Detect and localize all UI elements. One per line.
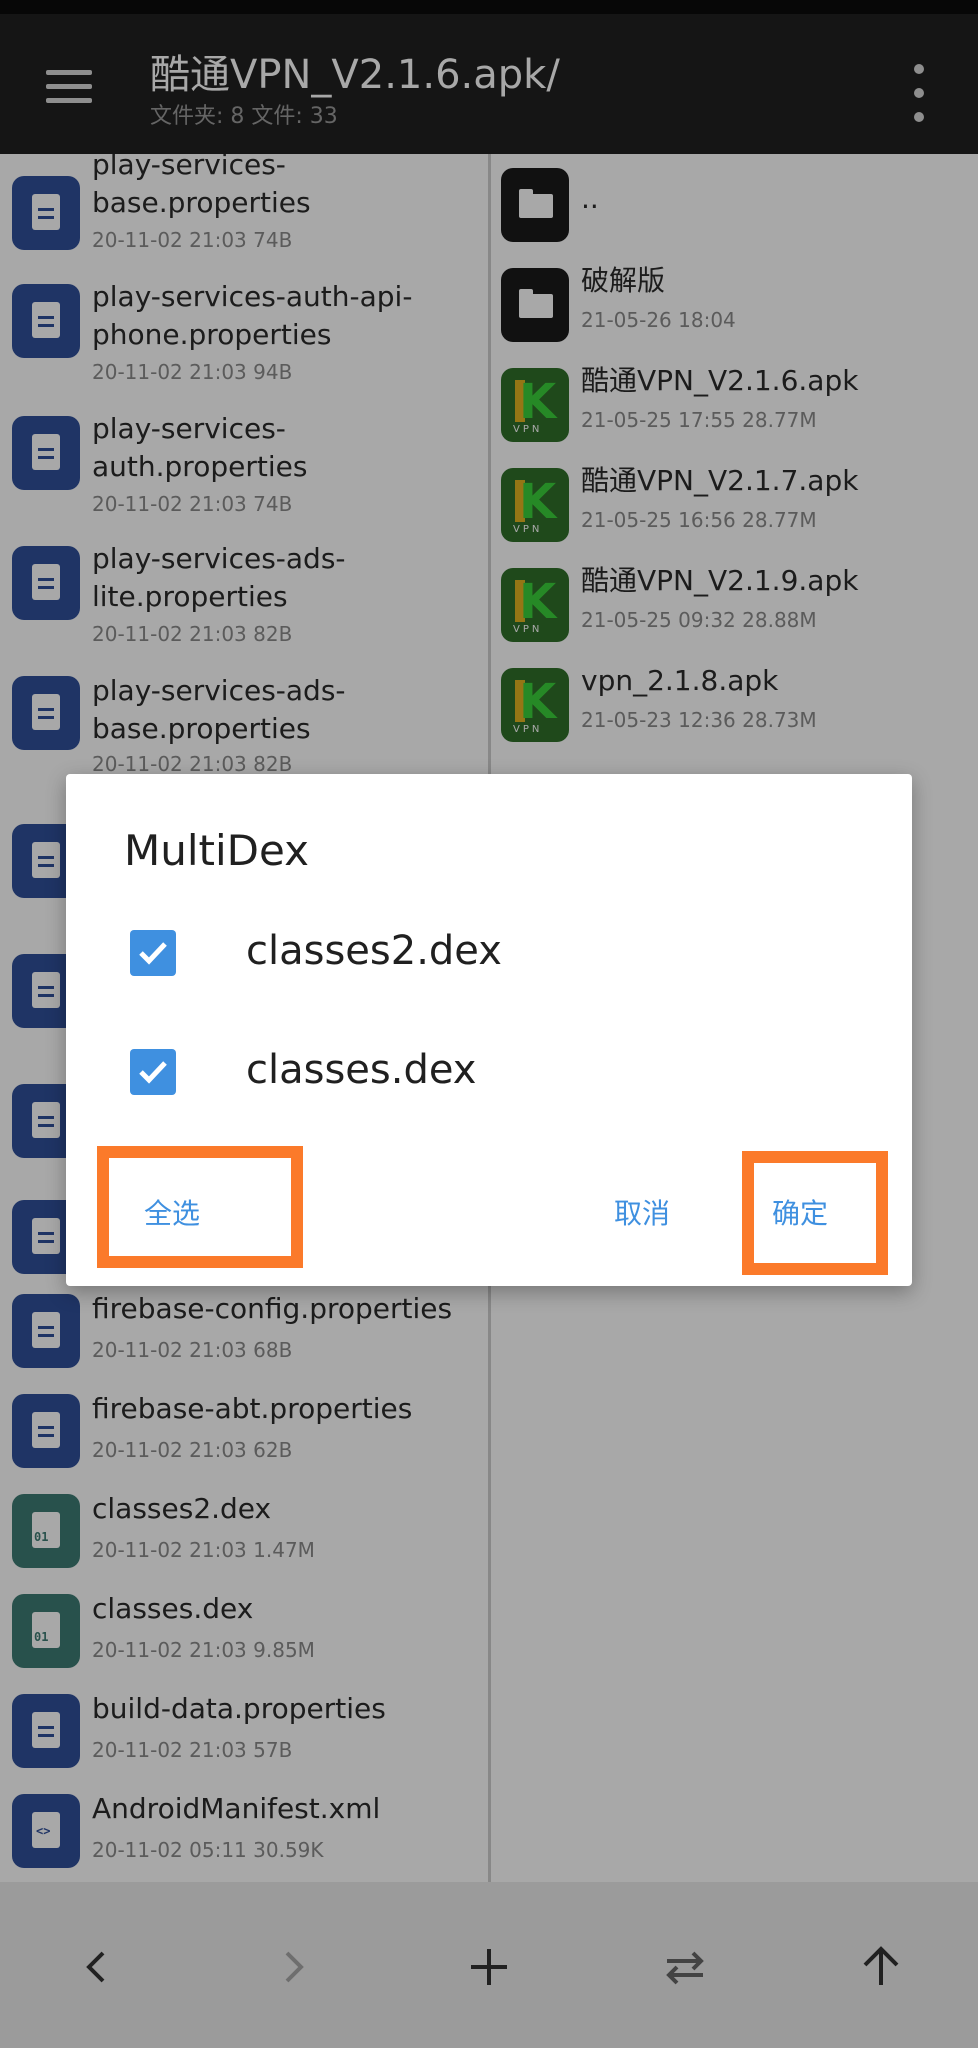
checkbox-checked-icon[interactable] bbox=[130, 930, 176, 976]
dialog-title: MultiDex bbox=[124, 826, 309, 875]
dialog-option-classes[interactable]: classes.dex bbox=[66, 1033, 912, 1123]
cancel-button[interactable]: 取消 bbox=[614, 1192, 670, 1232]
checkbox-checked-icon[interactable] bbox=[130, 1049, 176, 1095]
option-label: classes2.dex bbox=[246, 928, 502, 974]
option-label: classes.dex bbox=[246, 1047, 477, 1093]
highlight-box-select-all bbox=[97, 1146, 303, 1268]
dialog-option-classes2[interactable]: classes2.dex bbox=[66, 914, 912, 1004]
highlight-box-confirm bbox=[742, 1151, 888, 1275]
